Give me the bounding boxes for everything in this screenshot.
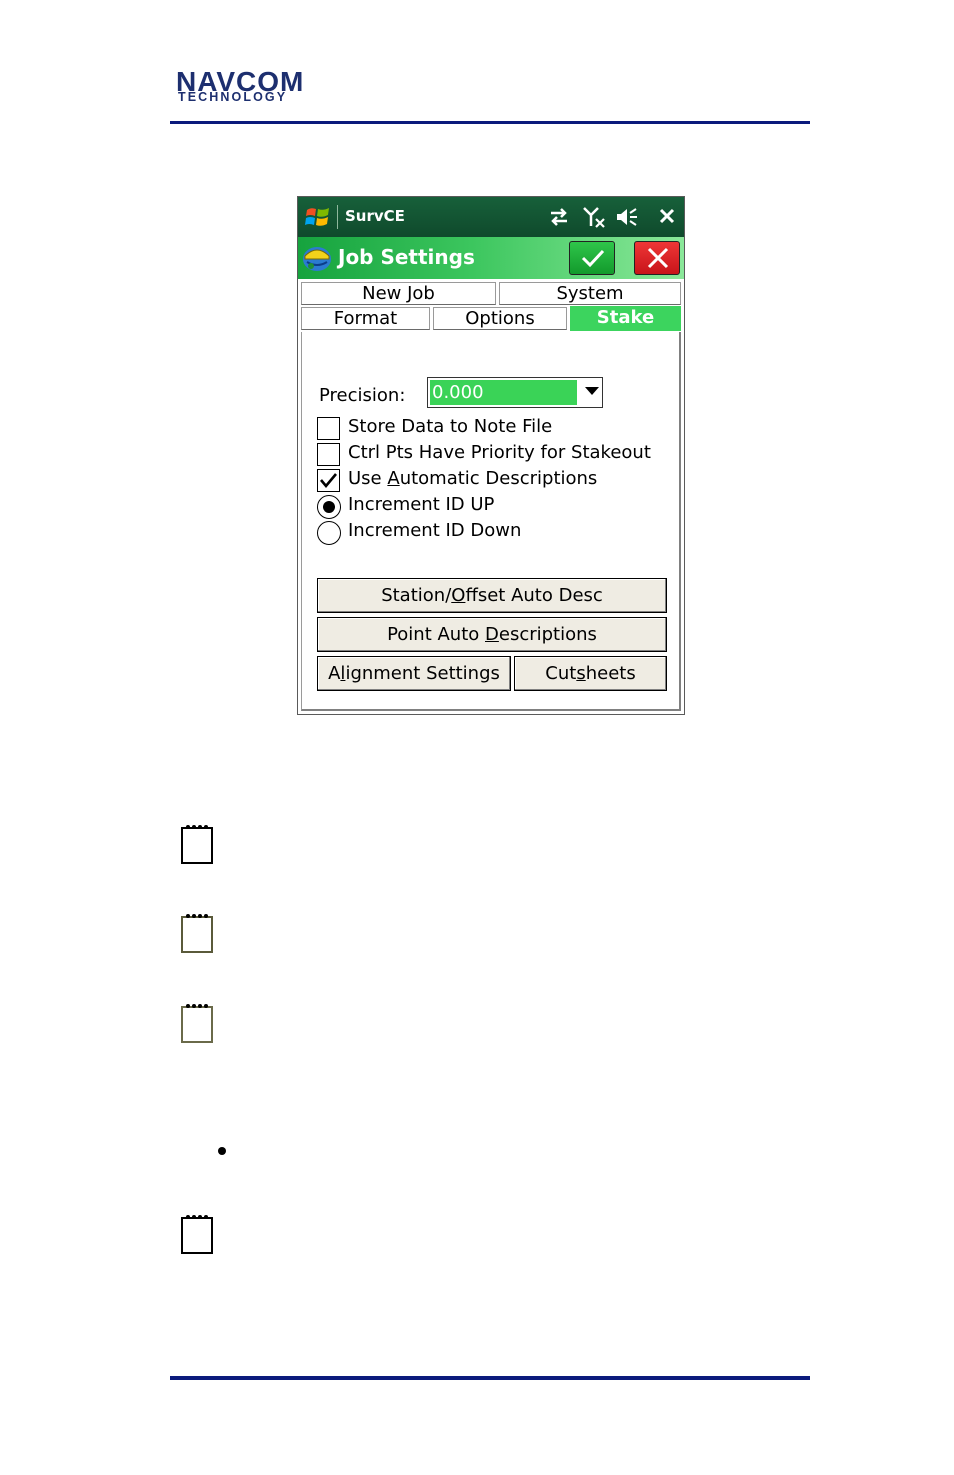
ok-button[interactable] [569,241,615,275]
cancel-button[interactable] [634,241,680,275]
notepad-icon [181,825,213,864]
auto-descriptions-checkbox[interactable] [317,469,340,492]
station-offset-post: ffset Auto Desc [465,585,603,606]
store-data-label: Store Data to Note File [348,416,553,437]
status-bar: SurvCE [298,197,684,237]
precision-dropdown[interactable]: 0.000 [427,377,603,408]
app-name: SurvCE [345,207,405,225]
radio-dot [323,501,335,513]
notepad-icon [181,1004,213,1043]
tab-format[interactable]: Format [301,307,430,330]
page-title: Job Settings [338,245,475,269]
connectivity-icon[interactable] [547,206,571,228]
title-bar: Job Settings [298,237,684,279]
precision-value: 0.000 [430,380,577,405]
bullet-icon [218,1147,226,1155]
tab-options[interactable]: Options [433,307,567,330]
status-separator [337,205,338,229]
no-signal-icon[interactable] [582,206,606,228]
ctrl-pts-label: Ctrl Pts Have Priority for Stakeout [348,442,651,463]
checkmark-icon [581,249,605,268]
increment-up-label: Increment ID UP [348,494,495,515]
notepad-icon [181,1215,213,1254]
point-auto-post: escriptions [498,624,597,645]
cutsheets-hotkey: s [576,663,586,684]
cutsheets-button[interactable]: Cutsheets [514,656,667,691]
footer-rule [170,1376,810,1380]
chevron-down-icon [585,387,599,395]
close-icon[interactable] [656,206,680,228]
alignment-post: ignment Settings [345,663,500,684]
point-auto-hotkey: D [485,624,499,645]
cutsheets-pre: Cut [545,663,577,684]
alignment-pre: A [328,663,341,684]
cutsheets-post: heets [585,663,636,684]
increment-down-radio[interactable] [317,521,341,545]
device-screenshot: SurvCE Job Settings New Job System Forma… [297,196,685,715]
x-icon [647,247,669,269]
navcom-logo: NAVCOM TECHNOLOGY [176,68,362,106]
speaker-muted-icon[interactable] [615,206,639,228]
station-offset-hotkey: O [451,585,466,606]
surveyor-helmet-icon [303,247,331,271]
point-auto-descriptions-button[interactable]: Point Auto Descriptions [317,617,667,652]
increment-up-radio[interactable] [317,495,341,519]
checkmark-icon [320,473,337,489]
tab-new-job[interactable]: New Job [301,282,496,305]
precision-label: Precision: [319,385,406,406]
notepad-icon [181,914,213,953]
logo-sub-text: TECHNOLOGY [178,90,288,104]
station-offset-pre: Station/ [381,585,452,606]
ctrl-pts-checkbox[interactable] [317,443,340,466]
station-offset-auto-desc-button[interactable]: Station/Offset Auto Desc [317,578,667,613]
store-data-checkbox[interactable] [317,417,340,440]
header-rule [170,121,810,124]
auto-descriptions-label: Use Automatic Descriptions [348,468,598,489]
alignment-settings-button[interactable]: Alignment Settings [317,656,511,691]
windows-logo-icon[interactable] [304,204,332,230]
tab-stake[interactable]: Stake [570,306,681,331]
increment-down-label: Increment ID Down [348,520,522,541]
tab-system[interactable]: System [499,282,681,305]
point-auto-pre: Point Auto [387,624,485,645]
